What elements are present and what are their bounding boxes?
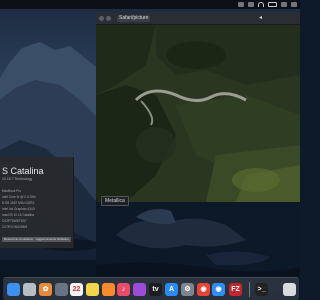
map-label-tag[interactable]: Metallica [101, 196, 129, 206]
notes-icon[interactable] [86, 283, 99, 296]
system-report-button[interactable]: Resoconto di sistema [2, 237, 35, 242]
about-this-mac-window: S Catalina 10.15.7 Technology MacBook Pr… [0, 157, 74, 248]
status-menu-icon[interactable] [238, 2, 244, 7]
os-name-title: S Catalina [2, 166, 44, 176]
desktop: Safari/picture ◂ Metallica S Catalina 10… [0, 0, 300, 300]
satellite-map[interactable] [96, 25, 300, 202]
books-icon[interactable] [102, 283, 115, 296]
window-title-tab[interactable]: Safari/picture [117, 15, 151, 22]
dock: ✿ 22 ♪ tv A ⚙ ◉ ◉ FZ >_ [3, 277, 299, 300]
filezilla-icon-glyph: FZ [231, 286, 240, 293]
music-icon-glyph: ♪ [121, 286, 126, 293]
calendar-icon-glyph: 22 [72, 286, 81, 293]
spec-row: Intel Core i5 @ 2.4 GHz [2, 195, 36, 199]
calendar-icon[interactable]: 22 [70, 283, 83, 296]
appstore-icon-glyph: A [168, 286, 175, 293]
photos-icon-glyph: ✿ [42, 286, 49, 293]
spec-row: C07RYGN3X65M [2, 225, 28, 229]
filezilla-icon[interactable]: FZ [229, 283, 242, 296]
photos-icon[interactable]: ✿ [39, 283, 52, 296]
bluetooth-icon[interactable] [248, 2, 254, 7]
appstore-icon[interactable]: A [165, 283, 178, 296]
podcasts-icon[interactable] [133, 283, 146, 296]
spec-row: MacBook Pro [2, 189, 22, 193]
os-version: 10.15.7 Technology [2, 177, 33, 181]
menu-bar [0, 0, 300, 9]
folder-icon[interactable] [55, 283, 68, 296]
appletv-icon[interactable]: tv [149, 283, 162, 296]
nav-arrow-icon[interactable]: ◂ [259, 15, 262, 22]
preferences-icon[interactable]: ⚙ [181, 283, 194, 296]
wifi-icon[interactable] [258, 2, 264, 7]
satellite-imagery [96, 25, 300, 202]
spec-row: Intel Iris Graphics 6100 [2, 207, 35, 211]
music-icon[interactable]: ♪ [117, 283, 130, 296]
terminal-icon[interactable]: >_ [255, 283, 268, 296]
spec-row: 8 GB 1867 MHz DDR3 [2, 201, 35, 205]
close-button[interactable] [99, 16, 104, 21]
terminal-icon-glyph: >_ [257, 286, 266, 293]
spec-row: macOS 10.15 Catalina [2, 213, 35, 217]
chrome-icon[interactable]: ◉ [197, 283, 210, 296]
appletv-icon-glyph: tv [152, 286, 159, 293]
spec-row: C02PT5WEFD57 [2, 219, 27, 223]
chrome-icon-glyph: ◉ [200, 286, 207, 293]
launchpad-icon[interactable] [23, 283, 36, 296]
preferences-icon-glyph: ⚙ [184, 286, 191, 293]
window-titlebar: Safari/picture ◂ [96, 13, 300, 25]
control-center-icon[interactable] [281, 2, 287, 7]
wallpaper-sea-rocks [96, 195, 300, 277]
battery-icon[interactable] [268, 2, 277, 7]
map-window: Safari/picture ◂ Metallica [96, 13, 300, 206]
clock-item[interactable] [291, 2, 297, 7]
minimize-button[interactable] [106, 16, 111, 21]
trash-icon[interactable] [283, 283, 296, 296]
safari-icon[interactable]: ◉ [212, 283, 225, 296]
software-update-button[interactable]: Aggiornamento Software [34, 237, 72, 242]
safari-icon-glyph: ◉ [215, 286, 222, 293]
finder-icon[interactable] [7, 283, 20, 296]
dock-separator [249, 282, 250, 297]
